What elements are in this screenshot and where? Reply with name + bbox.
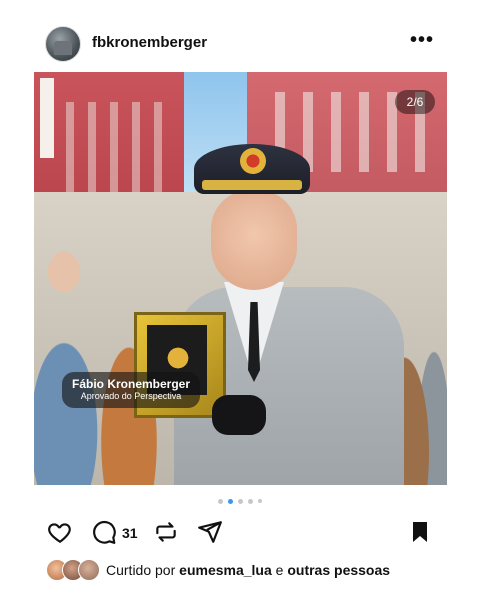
carousel-indicator xyxy=(0,496,480,506)
post-photo[interactable]: 2/6 Fábio Kronemberger Aprovado do Persp… xyxy=(34,72,447,485)
bookmark-icon[interactable] xyxy=(406,518,434,546)
carousel-dot xyxy=(248,498,253,504)
carousel-dot xyxy=(218,498,223,504)
name-caption-overlay: Fábio Kronemberger Aprovado do Perspecti… xyxy=(62,372,201,408)
liked-by-row: Curtido por eumesma_lua e outras pessoas xyxy=(46,558,466,582)
carousel-dot-active xyxy=(228,498,233,504)
avatar[interactable] xyxy=(78,559,100,581)
image-counter-badge: 2/6 xyxy=(395,90,435,114)
liked-by-connector: e xyxy=(275,562,284,578)
paper-plane-icon[interactable] xyxy=(196,518,224,546)
more-options-icon[interactable]: ••• xyxy=(410,30,434,50)
gloved-hands xyxy=(212,395,266,435)
vertical-sign xyxy=(40,78,54,158)
cap-band xyxy=(202,180,302,190)
liker-avatars[interactable] xyxy=(46,559,106,581)
username[interactable]: fbkronemberger xyxy=(92,34,207,51)
liked-by-user-link[interactable]: eumesma_lua xyxy=(179,562,272,578)
liked-by-prefix: Curtido por xyxy=(106,562,176,578)
comment-count: 31 xyxy=(122,525,138,541)
face xyxy=(211,190,297,290)
liked-by-others-link[interactable]: outras pessoas xyxy=(287,562,390,578)
action-bar: 31 xyxy=(0,516,480,548)
comment-icon[interactable] xyxy=(90,518,118,546)
carousel-dot xyxy=(258,499,262,503)
liked-by-text: Curtido por eumesma_lua e outras pessoas xyxy=(106,562,390,578)
profile-avatar[interactable] xyxy=(45,26,81,62)
post-header: fbkronemberger ••• xyxy=(0,24,480,64)
carousel-dot xyxy=(238,498,243,504)
overlay-name: Fábio Kronemberger xyxy=(72,377,191,391)
overlay-subtitle: Aprovado do Perspectiva xyxy=(80,391,182,401)
heart-icon[interactable] xyxy=(46,518,74,546)
repost-icon[interactable] xyxy=(152,518,180,546)
cap-badge-icon xyxy=(240,148,266,174)
